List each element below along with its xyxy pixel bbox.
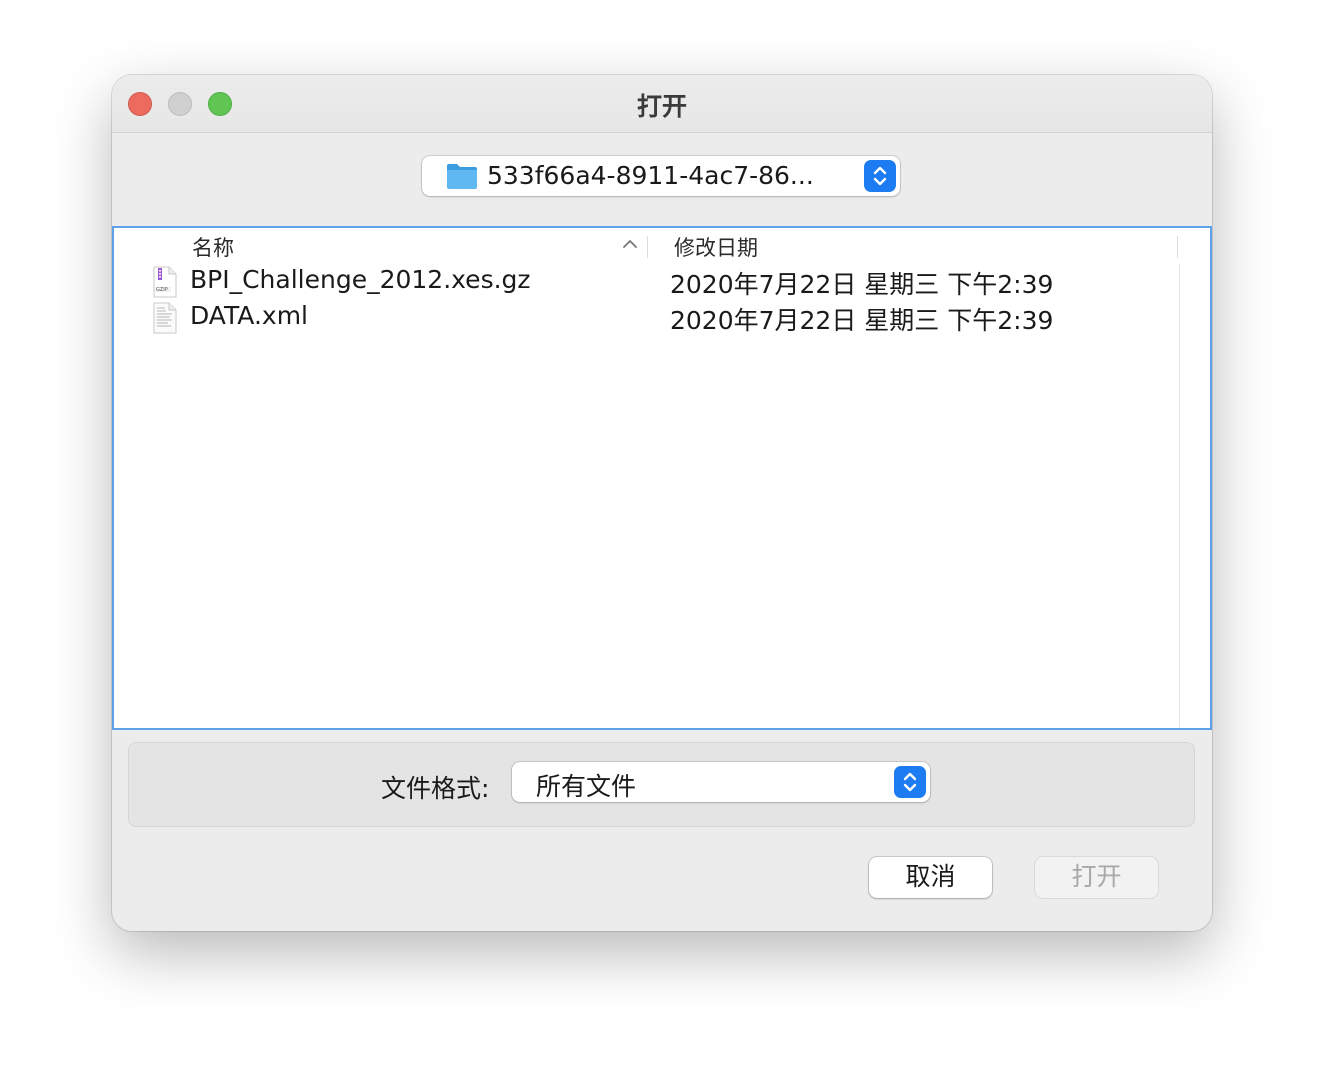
location-label: 533f66a4-8911-4ac7-86... (487, 161, 814, 190)
file-format-label: 文件格式: (381, 774, 490, 803)
file-date: 2020年7月22日 星期三 下午2:39 (670, 270, 1054, 299)
sort-ascending-icon (623, 240, 637, 248)
file-format-stepper[interactable] (894, 766, 926, 798)
file-row[interactable]: DATA.xml 2020年7月22日 星期三 下午2:39 (114, 300, 1178, 336)
file-list[interactable]: 名称 修改日期 GZIP BPI_Challenge_2012.xes.gz 2… (112, 226, 1212, 730)
column-header-date-modified[interactable]: 修改日期 (674, 232, 758, 262)
title-bar: 打开 (112, 75, 1212, 133)
chevron-updown-icon (873, 166, 887, 186)
file-name: DATA.xml (190, 301, 309, 330)
cancel-button[interactable]: 取消 (869, 857, 992, 898)
open-file-dialog: 打开 533f66a4-8911-4ac7-86... 名称 修改日期 GZIP… (112, 75, 1212, 931)
open-button[interactable]: 打开 (1035, 857, 1158, 898)
file-row[interactable]: GZIP BPI_Challenge_2012.xes.gz 2020年7月22… (114, 264, 1178, 300)
column-divider[interactable] (647, 236, 648, 258)
gzip-archive-icon: GZIP (153, 266, 177, 298)
location-stepper[interactable] (864, 160, 896, 192)
location-popup[interactable]: 533f66a4-8911-4ac7-86... (422, 156, 900, 196)
file-name: BPI_Challenge_2012.xes.gz (190, 265, 531, 294)
file-format-select[interactable]: 所有文件 (512, 762, 930, 802)
svg-text:GZIP: GZIP (156, 287, 168, 293)
folder-icon (447, 164, 477, 189)
column-divider[interactable] (1177, 236, 1178, 258)
file-format-value: 所有文件 (536, 772, 637, 801)
column-header-name[interactable]: 名称 (192, 232, 234, 262)
file-date: 2020年7月22日 星期三 下午2:39 (670, 306, 1054, 335)
xml-document-icon (153, 302, 177, 334)
chevron-updown-icon (903, 772, 917, 792)
scrollbar-track[interactable] (1179, 264, 1180, 728)
file-format-panel: 文件格式: 所有文件 (128, 742, 1195, 827)
window-title: 打开 (636, 92, 687, 121)
